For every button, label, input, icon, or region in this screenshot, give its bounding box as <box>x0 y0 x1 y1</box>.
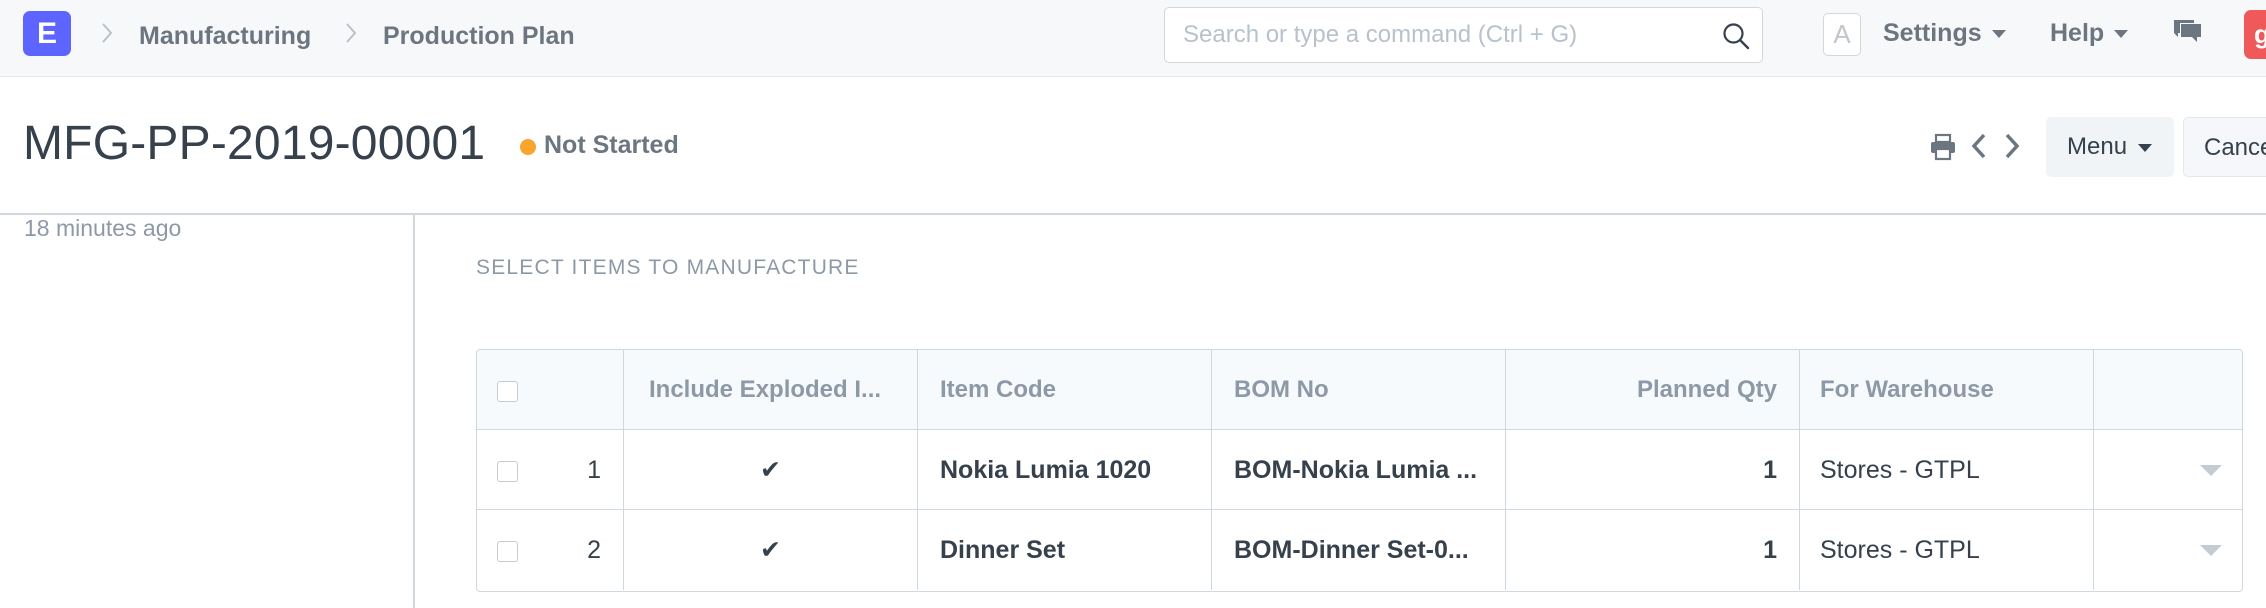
item-code-cell[interactable]: Dinner Set <box>918 510 1212 590</box>
menu-label: Menu <box>2067 133 2128 160</box>
select-all-checkbox[interactable] <box>497 381 518 402</box>
help-dropdown[interactable]: Help <box>2050 19 2129 48</box>
warehouse-cell[interactable]: Stores - GTPL <box>1800 430 2094 510</box>
status-badge: Not Started <box>544 131 679 159</box>
section-title: SELECT ITEMS TO MANUFACTURE <box>476 256 860 279</box>
column-header: Include Exploded I... <box>624 350 918 430</box>
include-exploded-check[interactable]: ✔ <box>624 430 918 510</box>
menu-button[interactable]: Menu <box>2046 117 2174 177</box>
app-logo[interactable]: E <box>23 11 71 56</box>
chevron-right-icon <box>102 23 113 43</box>
table-row[interactable]: 1 ✔ Nokia Lumia 1020 BOM-Nokia Lumia ...… <box>477 430 2242 510</box>
chevron-right-icon <box>346 23 357 43</box>
status-indicator <box>520 139 536 155</box>
row-select-cell: 1 <box>477 430 624 510</box>
row-actions <box>2094 430 2242 510</box>
column-header-actions <box>2094 350 2242 430</box>
search-input[interactable] <box>1183 8 1703 61</box>
print-icon[interactable] <box>1928 133 1958 161</box>
help-label: Help <box>2050 19 2105 47</box>
caret-down-icon <box>1991 29 2006 38</box>
previous-icon[interactable] <box>1970 131 1988 161</box>
cancel-button[interactable]: Cancel <box>2183 117 2266 177</box>
search-box <box>1164 7 1763 63</box>
planned-qty-cell[interactable]: 1 <box>1506 430 1800 510</box>
items-table: Include Exploded I... Item Code BOM No P… <box>476 349 2243 592</box>
select-all-cell <box>477 350 624 430</box>
include-exploded-check[interactable]: ✔ <box>624 510 918 590</box>
caret-down-icon[interactable] <box>2200 544 2222 556</box>
row-index: 1 <box>587 456 601 484</box>
user-avatar[interactable]: g <box>2244 10 2266 59</box>
bom-no-cell[interactable]: BOM-Dinner Set-0... <box>1212 510 1506 590</box>
navbar: E Manufacturing Production Plan A Settin… <box>0 0 2266 77</box>
row-actions <box>2094 510 2242 590</box>
next-icon[interactable] <box>2003 131 2021 161</box>
row-select-cell: 2 <box>477 510 624 590</box>
avatar[interactable]: A <box>1823 13 1861 56</box>
warehouse-cell[interactable]: Stores - GTPL <box>1800 510 2094 590</box>
chat-icon[interactable] <box>2172 18 2204 48</box>
row-index: 2 <box>587 536 601 564</box>
planned-qty-cell[interactable]: 1 <box>1506 510 1800 590</box>
item-code-cell[interactable]: Nokia Lumia 1020 <box>918 430 1212 510</box>
caret-down-icon <box>2137 143 2152 152</box>
modified-timestamp: 18 minutes ago <box>24 215 182 241</box>
bom-no-cell[interactable]: BOM-Nokia Lumia ... <box>1212 430 1506 510</box>
page-title: MFG-PP-2019-00001 <box>23 117 486 170</box>
table-header: Include Exploded I... Item Code BOM No P… <box>477 350 2242 430</box>
form-sidebar: 18 minutes ago <box>0 215 415 608</box>
table-row[interactable]: 2 ✔ Dinner Set BOM-Dinner Set-0... 1 Sto… <box>477 510 2242 591</box>
column-header: Item Code <box>918 350 1212 430</box>
column-header: For Warehouse <box>1800 350 2094 430</box>
page-head: MFG-PP-2019-00001 Not Started Menu Cance… <box>0 77 2266 215</box>
settings-label: Settings <box>1883 19 1982 47</box>
row-checkbox[interactable] <box>497 541 518 562</box>
breadcrumb-manufacturing[interactable]: Manufacturing <box>139 22 311 51</box>
search-icon[interactable] <box>1722 22 1750 50</box>
settings-dropdown[interactable]: Settings <box>1883 19 2006 48</box>
caret-down-icon[interactable] <box>2200 464 2222 476</box>
caret-down-icon <box>2114 29 2129 38</box>
row-checkbox[interactable] <box>497 461 518 482</box>
breadcrumb-production-plan[interactable]: Production Plan <box>383 22 575 51</box>
column-header: BOM No <box>1212 350 1506 430</box>
column-header: Planned Qty <box>1506 350 1800 430</box>
